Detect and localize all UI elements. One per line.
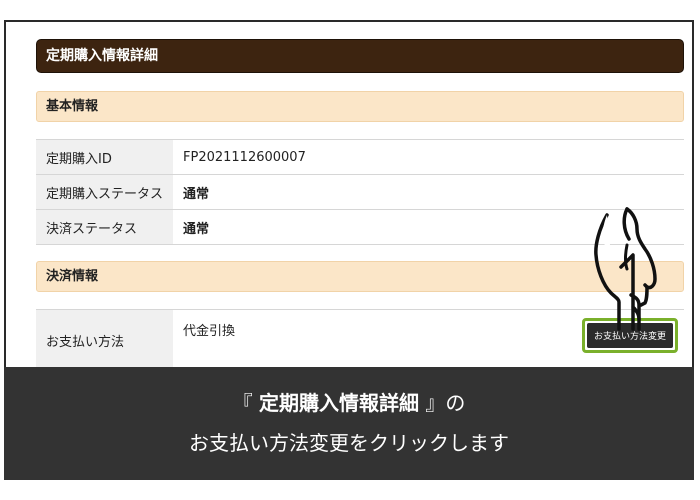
row-label: 定期購入ステータス bbox=[36, 174, 173, 210]
payment-method-value: 代金引換 bbox=[183, 324, 236, 339]
table-row: 定期購入ステータス 通常 bbox=[36, 174, 684, 210]
instruction-line-1: 『 定期購入情報詳細 』の bbox=[4, 387, 694, 416]
page-title: 定期購入情報詳細 bbox=[36, 39, 684, 73]
table-row: 定期購入ID FP2021112600007 bbox=[36, 139, 684, 175]
bracket-open: 『 bbox=[232, 391, 253, 415]
instruction-line-2: お支払い方法変更をクリックします bbox=[189, 431, 509, 455]
instruction-page-name: 定期購入情報詳細 bbox=[259, 391, 419, 415]
row-label: 決済ステータス bbox=[36, 209, 173, 245]
row-value: FP2021112600007 bbox=[173, 139, 684, 175]
instruction-overlay: 『 定期購入情報詳細 』の お支払い方法変更をクリックします bbox=[4, 367, 694, 480]
pointing-hand-icon bbox=[594, 207, 657, 331]
row-value: 通常 bbox=[173, 174, 684, 210]
row-label: 定期購入ID bbox=[36, 139, 173, 175]
section-heading-basic: 基本情報 bbox=[36, 91, 684, 122]
bracket-close: 』の bbox=[425, 391, 466, 415]
